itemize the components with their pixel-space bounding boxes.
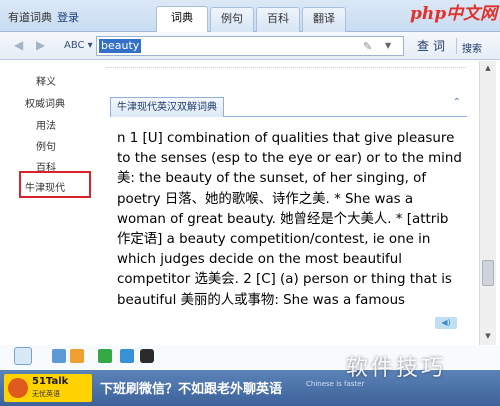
sidebar-item-usage[interactable]: 用法 — [36, 117, 56, 132]
collapse-icon[interactable]: ⌃ — [453, 97, 461, 108]
ad-logo-main: 51Talk — [32, 376, 69, 387]
tab-label: 百科 — [267, 12, 289, 25]
definition-line: 美: the beauty of the sunset, of her sing… — [117, 171, 427, 187]
sidebar-item-examples[interactable]: 例句 — [36, 138, 56, 153]
forward-arrow-icon[interactable]: ▶ — [36, 38, 45, 52]
ad-text: 下班刷微信？不如跟老外聊英语 — [100, 382, 283, 397]
wordbook-icon[interactable] — [70, 349, 84, 363]
search-box[interactable]: beauty ✎ ▼ — [96, 36, 404, 56]
tab-encyclopedia[interactable]: 百科 — [256, 7, 300, 33]
definition-text: n 1 [U] combination of qualities that gi… — [117, 129, 469, 311]
title-bar: 有道词典 登录 词典 例句 百科 翻译 php中文网 — [0, 0, 500, 33]
definition-line: n 1 [U] combination of qualities that gi… — [117, 131, 455, 146]
definition-line: woman of great beauty. 她曾经是个大美人. * [attr… — [117, 211, 449, 227]
app-title: 有道词典 — [8, 11, 52, 24]
assistant-icon[interactable] — [14, 347, 32, 365]
sync-icon[interactable] — [120, 349, 134, 363]
sidebar: 释义 权威词典 用法 例句 百科 牛津现代 — [0, 61, 96, 345]
definition-line: competitor 选美会. 2 [C] (a) person or thin… — [117, 272, 452, 288]
scroll-thumb[interactable] — [482, 260, 494, 286]
tab-examples[interactable]: 例句 — [210, 7, 254, 33]
sidebar-item-authoritative[interactable]: 权威词典 — [25, 95, 65, 110]
ad-logo: 51Talk 无忧英语 — [4, 374, 92, 402]
definition-line: which judges decide on the most beautifu… — [117, 252, 402, 268]
chevron-down-icon[interactable]: ▼ — [385, 41, 391, 50]
search-query[interactable]: beauty — [99, 39, 142, 53]
ad-logo-badge-icon — [8, 378, 28, 398]
divider — [106, 67, 466, 68]
scrollbar[interactable]: ▲ ▼ — [479, 61, 496, 345]
toolbar: ◀ ▶ ABC ▾ beauty ✎ ▼ 查词 搜索 — [0, 32, 500, 60]
lookup-button[interactable]: 查词 — [410, 36, 456, 56]
tab-label: 例句 — [221, 12, 243, 25]
ad-logo-sub: 无忧英语 — [32, 390, 60, 398]
section-header: 牛津现代英汉双解词典 ⌃ — [110, 97, 467, 117]
scroll-up-icon[interactable]: ▲ — [480, 61, 496, 75]
puzzle-icon[interactable] — [98, 349, 112, 363]
back-arrow-icon[interactable]: ◀ — [14, 38, 23, 52]
tab-translate[interactable]: 翻译 — [302, 7, 346, 33]
web-search-button[interactable]: 搜索 — [462, 40, 482, 55]
login-link[interactable]: 登录 — [57, 9, 79, 25]
scroll-down-icon[interactable]: ▼ — [480, 329, 496, 343]
watermark: 软件技巧 — [346, 356, 447, 381]
sidebar-item-definition[interactable]: 释义 — [36, 73, 56, 88]
tab-label: 翻译 — [313, 12, 335, 25]
tab-label: 词典 — [171, 11, 193, 24]
definition-line: 作定语] a beauty competition/contest, ie on… — [117, 232, 431, 248]
pronounce-speaker-icon[interactable]: ◀) — [435, 317, 457, 329]
definition-line: poetry 日落、她的歌喉、诗作之美. * She was a — [117, 191, 414, 207]
definition-panel: 牛津现代英汉双解词典 ⌃ n 1 [U] combination of qual… — [96, 61, 476, 345]
definition-line: beautiful 美丽的人或事物: She was a famous — [117, 292, 406, 308]
tab-dictionary[interactable]: 词典 — [156, 6, 208, 33]
language-dropdown[interactable]: ABC ▾ — [64, 40, 93, 51]
toolbar-divider — [456, 38, 457, 54]
section-title: 牛津现代英汉双解词典 — [110, 97, 224, 117]
definition-line: to the senses (esp to the eye or ear) or… — [117, 151, 462, 167]
php-watermark-logo: php中文网 — [410, 4, 498, 24]
window-icon[interactable] — [52, 349, 66, 363]
handwriting-pen-icon[interactable]: ✎ — [363, 40, 372, 53]
highlight-box — [19, 171, 91, 198]
mobile-icon[interactable] — [140, 349, 154, 363]
